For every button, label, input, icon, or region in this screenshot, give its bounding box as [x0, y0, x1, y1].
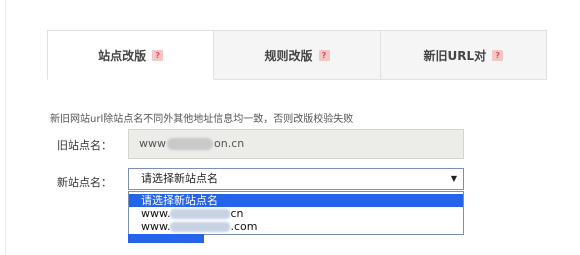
tab-rule-revision-label: 规则改版 [264, 48, 313, 63]
dropdown-option[interactable]: www. cn [129, 207, 463, 220]
dropdown-option-label: 请选择新站点名 [141, 194, 218, 207]
tab-url-pairs-label: 新旧URL对 [423, 48, 487, 63]
help-icon[interactable]: ? [318, 49, 330, 61]
dropdown-option-prefix: www. [141, 220, 171, 233]
tab-url-pairs[interactable]: 新旧URL对 ? [380, 30, 547, 80]
old-site-field: www on.cn [128, 129, 464, 159]
new-site-dropdown-list: 请选择新站点名 www. cn www. .com [128, 191, 464, 235]
new-site-label: 新站点名： [57, 176, 112, 189]
tab-site-revision[interactable]: 站点改版 ? [47, 30, 215, 80]
dropdown-option-suffix: cn [230, 207, 244, 220]
old-site-value-prefix: www [139, 137, 166, 150]
dropdown-arrow-icon[interactable]: ▼ [451, 169, 457, 189]
old-site-label: 旧站点名： [57, 139, 112, 152]
help-icon[interactable]: ? [492, 49, 504, 61]
revision-hint: 新旧网站url除站点名不同外其他地址信息均一致，否则改版校验失败 [50, 114, 354, 125]
redaction-blur [167, 138, 213, 150]
new-site-select[interactable]: 请选择新站点名 ▼ [128, 168, 464, 190]
dropdown-option-suffix: .com [230, 220, 258, 233]
tab-bar: 站点改版 ? 规则改版 ? 新旧URL对 ? [47, 30, 547, 80]
left-divider [5, 0, 6, 255]
tab-site-revision-label: 站点改版 [98, 48, 147, 63]
dropdown-option-prefix: www. [141, 207, 171, 220]
help-icon[interactable]: ? [152, 49, 164, 61]
new-site-selected-value: 请选择新站点名 [141, 172, 218, 185]
tab-rule-revision[interactable]: 规则改版 ? [214, 30, 381, 80]
redaction-blur [170, 209, 231, 219]
redaction-blur [170, 222, 231, 232]
old-site-value-suffix: on.cn [214, 137, 245, 150]
dropdown-option[interactable]: www. .com [129, 220, 463, 233]
dropdown-option[interactable]: 请选择新站点名 [129, 194, 463, 207]
dropdown-highlight-tail [128, 234, 204, 243]
